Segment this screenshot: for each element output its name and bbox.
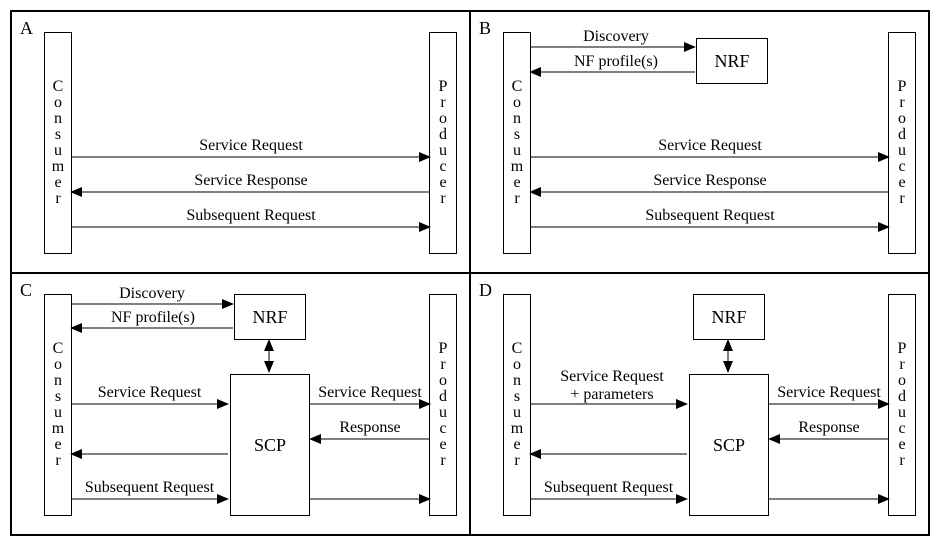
msg-service-request-params: Service Request + parameters — [537, 368, 687, 403]
panel-c: C Consumer Producer NRF SCP Discovery NF… — [11, 273, 470, 535]
msg-service-response: Service Response — [531, 172, 889, 190]
msg-nf-profiles: NF profile(s) — [78, 309, 228, 327]
msg-subsequent-request: Subsequent Request — [72, 479, 227, 497]
msg-service-response: Service Response — [72, 172, 430, 190]
panel-b: B Consumer Producer NRF Discovery NF pro… — [470, 11, 929, 273]
diagram-grid: A Consumer Producer Service Request Serv… — [10, 10, 930, 536]
msg-response: Response — [310, 419, 430, 437]
msg-subsequent-request: Subsequent Request — [531, 207, 889, 225]
msg-nf-profiles: NF profile(s) — [541, 53, 691, 71]
panel-a: A Consumer Producer Service Request Serv… — [11, 11, 470, 273]
msg-discovery: Discovery — [82, 285, 222, 303]
msg-service-request-left: Service Request — [72, 384, 227, 402]
msg-service-request-right: Service Request — [310, 384, 430, 402]
msg-service-request: Service Request — [72, 137, 430, 155]
msg-service-request: Service Request — [531, 137, 889, 155]
msg-discovery: Discovery — [551, 28, 681, 46]
msg-response: Response — [769, 419, 889, 437]
msg-subsequent-request: Subsequent Request — [72, 207, 430, 225]
panel-d: D Consumer Producer NRF SCP Service Requ… — [470, 273, 929, 535]
msg-subsequent-request: Subsequent Request — [531, 479, 686, 497]
msg-service-request-right: Service Request — [769, 384, 889, 402]
